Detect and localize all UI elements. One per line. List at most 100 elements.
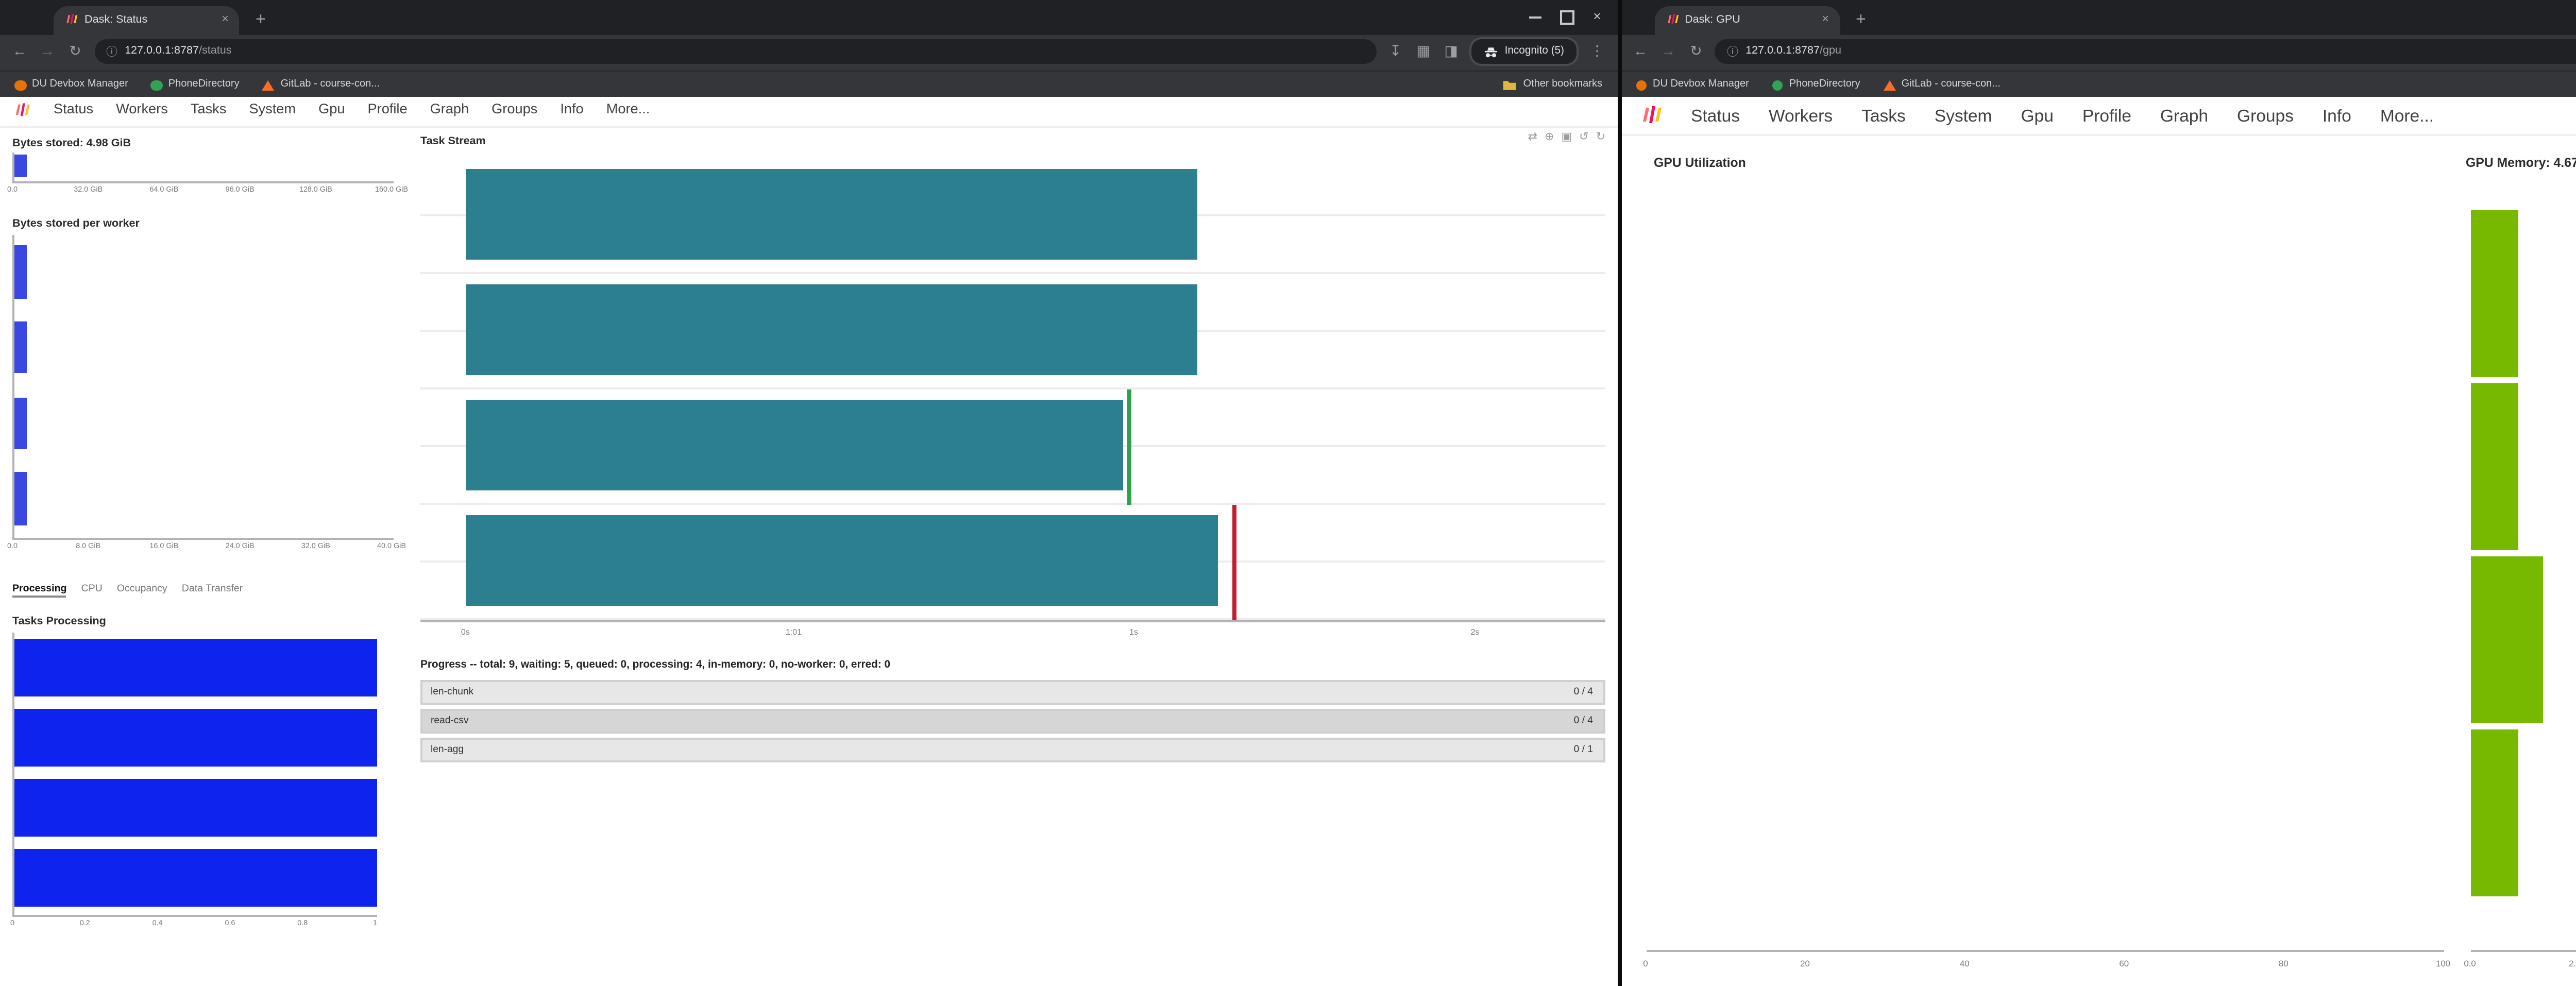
bytes-per-worker-bar xyxy=(14,397,26,450)
dask-nav-tasks[interactable]: Tasks xyxy=(1861,104,1906,125)
browser-tab-gpu[interactable]: Dask: GPU × xyxy=(1654,6,1839,34)
task-stream-marker-green xyxy=(1127,388,1131,504)
panel-tab-processing[interactable]: Processing xyxy=(12,584,67,597)
download-icon[interactable]: ↧ xyxy=(1386,44,1405,60)
window-titlebar[interactable]: Dask: Status × + × xyxy=(0,0,1617,34)
dask-nav-info[interactable]: Info xyxy=(560,103,583,117)
folder-icon xyxy=(1503,78,1517,92)
bookmark-phonedirectory[interactable]: PhoneDirectory xyxy=(1772,79,1860,91)
bookmark-favicon-icon xyxy=(14,79,26,91)
back-icon[interactable]: ← xyxy=(1631,45,1650,59)
task-stream-axis: 0s1:011s2s xyxy=(420,625,1605,638)
dask-nav-graph[interactable]: Graph xyxy=(2160,104,2208,125)
tasks-processing-bar xyxy=(14,779,377,837)
task-stream-chart[interactable] xyxy=(420,158,1605,621)
forward-icon[interactable]: → xyxy=(1659,45,1677,59)
maximize-button[interactable] xyxy=(1551,0,1582,34)
minimize-button[interactable] xyxy=(1520,0,1551,34)
axis-tick-label: 1s xyxy=(1129,625,1138,636)
dask-nav-status[interactable]: Status xyxy=(1691,104,1740,125)
browser-toolbar: ← → ↻ ⓘ 127.0.0.1:8787/status ↧ ▦ ◨ Inco… xyxy=(0,34,1617,70)
dask-nav-groups[interactable]: Groups xyxy=(492,103,537,117)
dask-nav-status[interactable]: Status xyxy=(54,103,93,117)
axis-tick-label: 0 xyxy=(1643,957,1648,967)
tab-title: Dask: Status xyxy=(84,14,215,26)
dask-nav-profile[interactable]: Profile xyxy=(368,103,408,117)
dask-nav-more[interactable]: More... xyxy=(606,103,650,117)
bytes-stored-chart[interactable] xyxy=(12,152,394,182)
reset-icon[interactable]: ↺ xyxy=(1579,131,1588,143)
gpu-memory-chart[interactable] xyxy=(2470,178,2576,951)
side-panel-icon[interactable]: ◨ xyxy=(1442,44,1461,60)
bookmark-du-devbox-manager[interactable]: DU Devbox Manager xyxy=(1635,79,1749,91)
bytes-stored-axis: 0.032.0 GiB64.0 GiB96.0 GiB128.0 GiB160.… xyxy=(12,184,392,197)
axis-tick-label: 160.0 GiB xyxy=(375,184,408,193)
progress-summary: Progress -- total: 9, waiting: 5, queued… xyxy=(420,658,890,671)
bytes-stored-title: Bytes stored: 4.98 GiB xyxy=(12,137,131,149)
reload-icon[interactable]: ↻ xyxy=(1687,44,1705,60)
dask-nav-info[interactable]: Info xyxy=(2323,104,2351,125)
dask-nav-workers[interactable]: Workers xyxy=(1769,104,1833,125)
extensions-icon[interactable]: ▦ xyxy=(1414,44,1433,60)
bookmark-favicon-icon xyxy=(1635,79,1647,91)
url-path: /gpu xyxy=(1820,46,1841,58)
address-bar[interactable]: ⓘ 127.0.0.1:8787/gpu xyxy=(1715,40,2576,64)
bookmarks-bar: DU Devbox Manager PhoneDirectory GitLab - … xyxy=(1621,70,2576,98)
progress-row-len-agg: len-agg0 / 1 xyxy=(420,737,1605,762)
dask-nav-graph[interactable]: Graph xyxy=(430,103,469,117)
refresh-icon[interactable]: ↻ xyxy=(1596,131,1605,143)
bookmark-gitlab-course-con[interactable]: GitLab - course-con... xyxy=(262,79,380,91)
pan-icon[interactable]: ⇄ xyxy=(1528,131,1537,143)
back-icon[interactable]: ← xyxy=(10,45,29,59)
dask-nav-tasks[interactable]: Tasks xyxy=(191,103,227,117)
site-info-icon[interactable]: ⓘ xyxy=(106,44,117,60)
panel-tab-occupancy[interactable]: Occupancy xyxy=(117,584,167,597)
bookmark-phonedirectory[interactable]: PhoneDirectory xyxy=(151,79,240,91)
dask-nav-profile[interactable]: Profile xyxy=(2082,104,2131,125)
reload-icon[interactable]: ↻ xyxy=(66,44,84,60)
panel-tab-data-transfer[interactable]: Data Transfer xyxy=(182,584,243,597)
dask-favicon-icon xyxy=(64,13,78,27)
dask-nav-gpu[interactable]: Gpu xyxy=(2021,104,2054,125)
axis-tick-label: 0.8 xyxy=(297,918,308,926)
tab-close-icon[interactable]: × xyxy=(222,14,229,26)
other-bookmarks[interactable]: Other bookmarks xyxy=(1503,78,1602,92)
task-stream-bar xyxy=(465,399,1123,491)
bytes-per-worker-chart[interactable] xyxy=(12,234,394,539)
incognito-badge: Incognito (5) xyxy=(1470,38,1579,66)
bookmark-du-devbox-manager[interactable]: DU Devbox Manager xyxy=(14,79,128,91)
dask-nav-workers[interactable]: Workers xyxy=(116,103,168,117)
tasks-processing-chart[interactable] xyxy=(12,632,377,916)
gpu-memory-bars xyxy=(2470,207,2576,899)
dask-nav-groups[interactable]: Groups xyxy=(2237,104,2294,125)
address-bar[interactable]: ⓘ 127.0.0.1:8787/status xyxy=(94,40,1377,64)
new-tab-button[interactable]: + xyxy=(1856,8,1866,29)
gpu-memory-bar xyxy=(2470,383,2519,551)
box-zoom-icon[interactable]: ⊕ xyxy=(1545,131,1554,143)
browser-tab-status[interactable]: Dask: Status × xyxy=(54,6,239,34)
dask-nav-more[interactable]: More... xyxy=(2380,104,2434,125)
window-titlebar[interactable]: Dask: GPU × + × xyxy=(1621,0,2576,34)
tab-close-icon[interactable]: × xyxy=(1822,14,1829,26)
site-info-icon[interactable]: ⓘ xyxy=(1727,44,1738,60)
forward-icon[interactable]: → xyxy=(38,45,57,59)
dask-nav-system[interactable]: System xyxy=(249,103,296,117)
tasks-processing-bar xyxy=(14,638,377,695)
axis-tick-label: 32.0 GiB xyxy=(301,541,330,549)
browser-window-status: Dask: Status × + × ← → ↻ ⓘ 127.0.0.1:878… xyxy=(0,0,1617,986)
new-tab-button[interactable]: + xyxy=(256,8,266,29)
axis-tick-label: 96.0 GiB xyxy=(226,184,255,193)
axis-tick-label: 0.0 xyxy=(2464,957,2476,967)
dask-nav-gpu[interactable]: Gpu xyxy=(318,103,345,117)
dask-gpu-page: Status Workers Tasks System Gpu Profile Graph G… xyxy=(1621,96,2576,986)
gpu-utilization-chart[interactable] xyxy=(1646,178,2443,951)
browser-menu-icon[interactable]: ⋮ xyxy=(1588,44,1606,60)
panel-tab-strip: Processing CPU Occupancy Data Transfer xyxy=(12,584,392,597)
axis-tick-label: 80 xyxy=(2279,957,2289,967)
save-icon[interactable]: ▣ xyxy=(1561,131,1572,143)
progress-task-name: len-chunk xyxy=(431,681,473,705)
close-button[interactable]: × xyxy=(1582,0,1613,34)
panel-tab-cpu[interactable]: CPU xyxy=(81,584,103,597)
dask-nav-system[interactable]: System xyxy=(1935,104,1992,125)
bookmark-gitlab-course-con[interactable]: GitLab - course-con... xyxy=(1883,79,2001,91)
